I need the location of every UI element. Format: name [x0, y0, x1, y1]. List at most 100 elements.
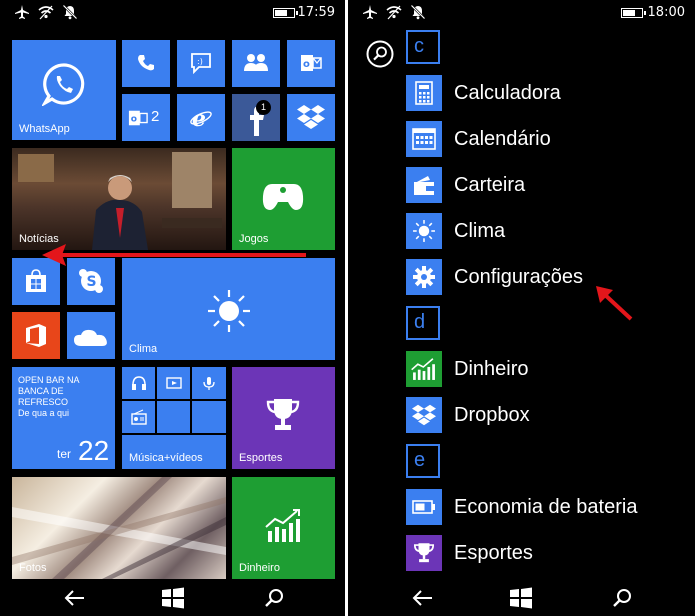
tile-calendar[interactable]: OPEN BAR NA BANCA DE REFRESCO De qua a q… — [12, 367, 115, 469]
sun-icon — [413, 220, 435, 242]
app-icon-tile — [406, 259, 442, 295]
calendar-day: 22 — [78, 435, 110, 466]
app-calendar[interactable]: Calendário — [406, 119, 686, 159]
app-name: Dropbox — [454, 404, 530, 426]
app-icon-tile — [406, 121, 442, 157]
windows-start-icon[interactable] — [160, 586, 186, 610]
tile-label: Esportes — [239, 452, 283, 464]
app-name: Carteira — [454, 174, 526, 196]
clock: 18:00 — [647, 5, 685, 20]
trophy-icon — [266, 399, 300, 430]
battery-icon — [621, 8, 646, 18]
dropbox-icon — [412, 404, 436, 426]
tile-outlook-mail[interactable]: o 2 — [122, 94, 170, 141]
tile-people[interactable] — [232, 40, 280, 87]
calculator-icon — [415, 81, 433, 105]
app-money[interactable]: Dinheiro — [406, 349, 686, 389]
app-weather[interactable]: Clima — [406, 211, 686, 251]
tile-label: Música+vídeos — [129, 452, 203, 464]
app-icon-tile — [406, 75, 442, 111]
windows-start-icon[interactable] — [508, 586, 534, 610]
annotation-arrow — [596, 286, 633, 321]
calendar-weekday: ter — [57, 447, 72, 461]
tile-money[interactable]: Dinheiro — [232, 477, 335, 579]
app-icon-tile — [406, 397, 442, 433]
silent-mode-icon — [410, 4, 426, 20]
svg-text::): :) — [197, 57, 203, 66]
wifi-icon — [386, 5, 402, 20]
tile-label: WhatsApp — [19, 123, 70, 135]
back-icon[interactable] — [410, 586, 436, 610]
back-icon[interactable] — [62, 586, 88, 610]
outlook-icon: o — [128, 110, 148, 126]
dropbox-icon — [297, 105, 325, 129]
event-line-1: OPEN BAR NA — [18, 375, 80, 385]
navigation-bar — [348, 580, 695, 616]
tile-photos[interactable]: Fotos — [12, 477, 226, 579]
tile-news[interactable]: Notícias — [12, 148, 226, 250]
tile-sports[interactable]: Esportes — [232, 367, 335, 469]
clock: 17:59 — [297, 5, 335, 20]
onedrive-cloud-icon — [74, 329, 107, 346]
wallet-icon — [414, 176, 434, 195]
calendar-event: OPEN BAR NA BANCA DE REFRESCO De qua a q… — [18, 375, 115, 419]
status-bar: 17:59 — [0, 0, 345, 26]
event-line-2: BANCA DE REFRESCO — [18, 386, 69, 407]
app-name: Economia de bateria — [454, 496, 638, 518]
calendar-icon — [412, 128, 436, 150]
messaging-icon: :) — [191, 53, 211, 74]
navigation-bar — [0, 580, 345, 616]
office-icon — [26, 324, 46, 347]
skype-icon: S — [79, 269, 103, 293]
battery-saver-icon — [412, 500, 435, 514]
people-icon — [244, 54, 268, 71]
svg-text:o: o — [303, 59, 310, 70]
letter-tile-e[interactable]: e — [406, 444, 440, 478]
store-icon — [26, 269, 46, 292]
svg-text:S: S — [87, 274, 97, 290]
app-name: Calculadora — [454, 82, 561, 104]
app-battery-saver[interactable]: Economia de bateria — [406, 487, 686, 527]
app-wallet[interactable]: Carteira — [406, 165, 686, 205]
tile-internet-explorer[interactable]: e — [177, 94, 225, 141]
tile-messaging[interactable]: :) — [177, 40, 225, 87]
tile-label: Fotos — [19, 562, 47, 574]
app-list-screen: 18:00 c Calculadora Calendário Carteira … — [348, 0, 695, 616]
tile-label: Clima — [129, 343, 158, 355]
outlook-icon: o — [301, 55, 322, 71]
tile-outlook[interactable]: o — [287, 40, 335, 87]
gear-icon — [413, 266, 435, 288]
tile-facebook[interactable]: 1 — [232, 94, 280, 141]
app-icon-tile — [406, 167, 442, 203]
app-sports[interactable]: Esportes — [406, 533, 686, 573]
letter-tile-c[interactable]: c — [406, 30, 440, 64]
tile-phone[interactable] — [122, 40, 170, 87]
letter-tile-d[interactable]: d — [406, 306, 440, 340]
tile-whatsapp[interactable]: WhatsApp — [12, 40, 116, 140]
tile-weather[interactable]: Clima — [122, 258, 335, 360]
battery-icon — [273, 8, 298, 18]
notification-badge: 1 — [256, 100, 271, 115]
tile-music-videos[interactable]: Música+vídeos — [122, 367, 226, 469]
phone-icon — [138, 55, 154, 71]
tile-office[interactable] — [12, 312, 60, 359]
trophy-icon — [413, 543, 435, 563]
stock-chart-icon — [411, 358, 435, 380]
airplane-mode-icon — [363, 5, 377, 19]
app-settings[interactable]: Configurações — [406, 257, 686, 297]
tile-label: Dinheiro — [239, 562, 280, 574]
search-icon[interactable] — [262, 586, 288, 610]
app-name: Dinheiro — [454, 358, 529, 380]
tile-games[interactable]: Jogos — [232, 148, 335, 250]
search-icon[interactable] — [610, 586, 636, 610]
annotation-arrow — [42, 244, 306, 266]
app-dropbox[interactable]: Dropbox — [406, 395, 686, 435]
app-name: Configurações — [454, 266, 583, 288]
app-search-button[interactable] — [366, 40, 394, 68]
tile-dropbox[interactable] — [287, 94, 335, 141]
app-calculator[interactable]: Calculadora — [406, 73, 686, 113]
internet-explorer-icon: e — [190, 106, 212, 129]
unread-count: 2 — [151, 108, 160, 125]
podcast-icon — [203, 377, 215, 390]
tile-onedrive[interactable] — [67, 312, 115, 359]
